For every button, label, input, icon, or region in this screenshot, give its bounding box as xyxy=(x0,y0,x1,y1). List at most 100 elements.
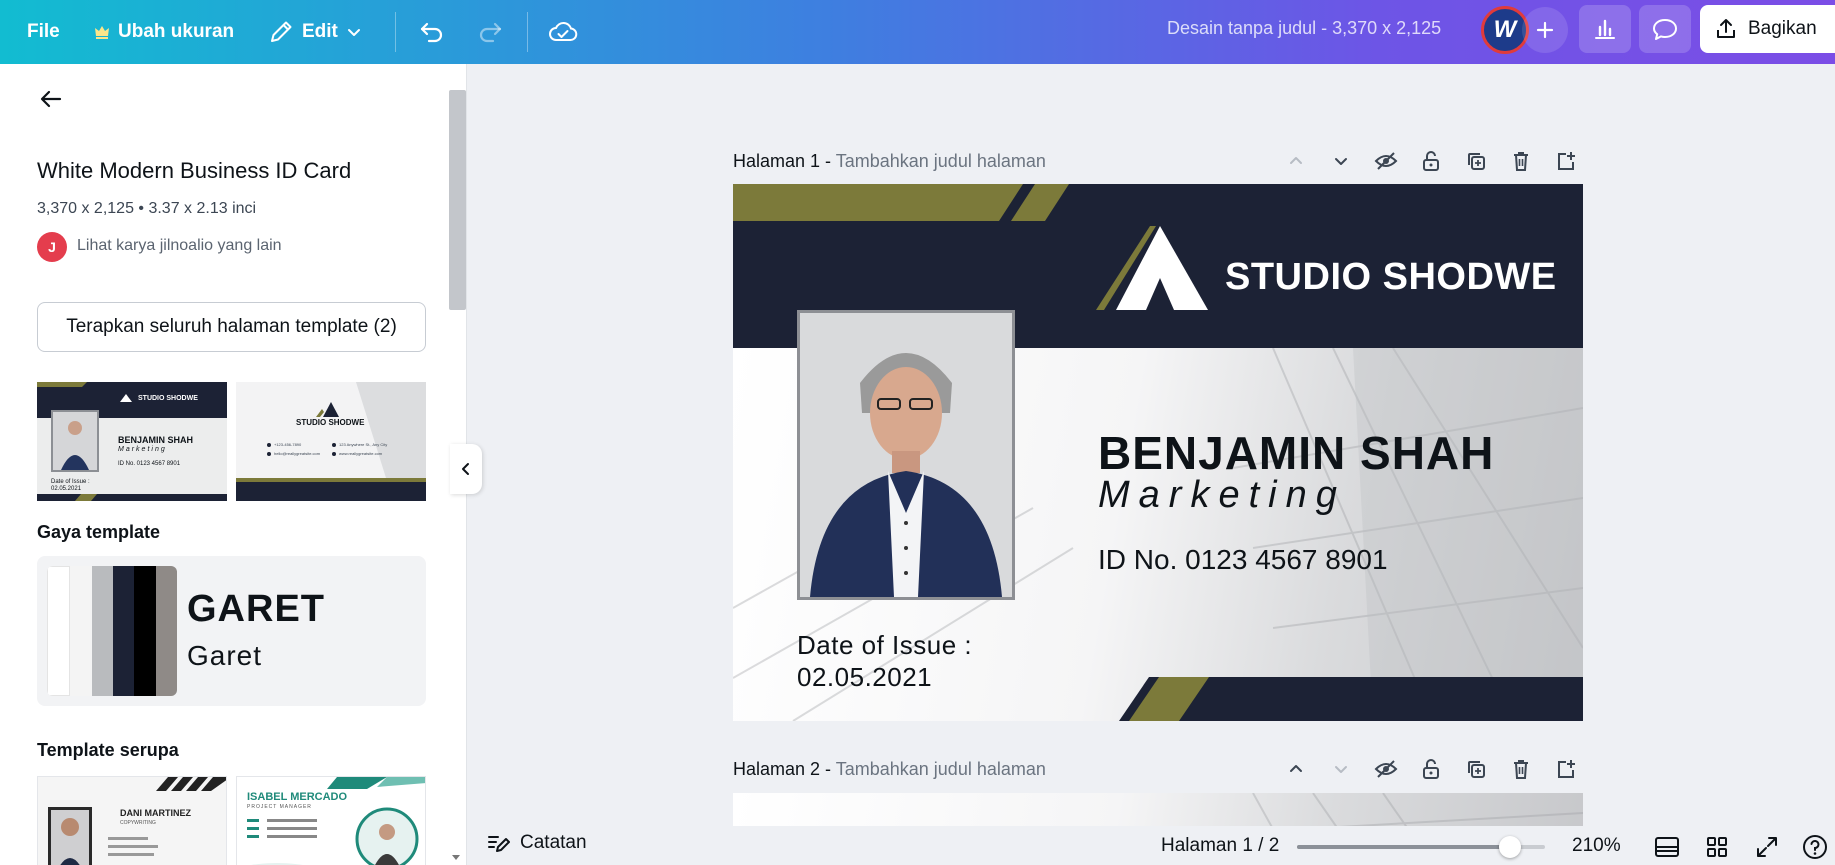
template-style-card[interactable]: GARET Garet xyxy=(37,556,426,706)
document-title[interactable]: Desain tanpa judul - 3,370 x 2,125 xyxy=(1167,0,1441,64)
toolbar-divider xyxy=(527,12,528,52)
page-move-up-button[interactable] xyxy=(1273,754,1318,784)
page-duplicate-button[interactable] xyxy=(1453,754,1498,784)
chevron-down-icon xyxy=(1332,152,1350,170)
person-name: BENJAMIN SHAH xyxy=(1098,427,1495,479)
similar2-role: PROJECT MANAGER xyxy=(247,804,312,810)
chart-icon xyxy=(1592,16,1618,42)
page-lock-button[interactable] xyxy=(1408,146,1453,176)
thumb2-studio-name: STUDIO SHODWE xyxy=(296,418,365,427)
file-menu[interactable]: File xyxy=(27,0,60,64)
pencil-icon xyxy=(268,19,294,45)
invite-button[interactable] xyxy=(1522,7,1568,53)
grid-view-button[interactable] xyxy=(1702,832,1732,862)
notes-button[interactable]: Catatan xyxy=(486,832,587,854)
thumb-person-id: ID No. 0123 4567 8901 xyxy=(118,461,181,467)
page-add-button[interactable] xyxy=(1543,146,1588,176)
page-2-label[interactable]: Halaman 2 - Tambahkan judul halaman xyxy=(733,759,1046,780)
fullscreen-button[interactable] xyxy=(1752,832,1782,862)
eye-off-icon xyxy=(1374,151,1398,171)
page-count[interactable]: Halaman 1 / 2 xyxy=(1161,835,1279,857)
author-avatar[interactable]: J xyxy=(37,232,67,262)
person-role: Marketing xyxy=(1098,474,1346,516)
page-hide-button[interactable] xyxy=(1363,146,1408,176)
style-font-heading: GARET xyxy=(187,588,325,630)
template-page-thumbnail-1[interactable]: STUDIO SHODWE BENJAMIN SHAH Marketing ID… xyxy=(37,382,227,501)
page-1-toolbar xyxy=(1273,146,1588,176)
similar-template-1[interactable]: DANI MARTINEZ COPYWRITING xyxy=(37,776,227,865)
color-swatch-white xyxy=(47,566,71,696)
add-page-icon xyxy=(1555,150,1577,172)
thumb2-address: 123 Anywhere St., Any City xyxy=(339,442,388,447)
color-swatch-taupe xyxy=(155,566,177,696)
expand-icon xyxy=(1755,835,1779,859)
save-status-button[interactable] xyxy=(545,14,581,50)
thumbnail-view-button[interactable] xyxy=(1652,832,1682,862)
similar1-name: DANI MARTINEZ xyxy=(120,808,191,818)
color-swatch-light-gray xyxy=(70,566,92,696)
author-link[interactable]: Lihat karya jilnoalio yang lain xyxy=(77,237,282,255)
thumb-person-role: Marketing xyxy=(118,446,167,453)
page-delete-button[interactable] xyxy=(1498,146,1543,176)
layout-icon xyxy=(1654,835,1680,859)
resize-label: Ubah ukuran xyxy=(118,21,235,42)
share-icon xyxy=(1714,17,1738,41)
page-duplicate-button[interactable] xyxy=(1453,146,1498,176)
profile-photo xyxy=(797,310,1015,600)
page-hide-button[interactable] xyxy=(1363,754,1408,784)
page-move-up-button[interactable] xyxy=(1273,146,1318,176)
plus-icon xyxy=(1535,20,1555,40)
page-1-title-placeholder[interactable]: Tambahkan judul halaman xyxy=(836,151,1046,171)
undo-icon xyxy=(418,18,446,46)
page-2-number: Halaman 2 - xyxy=(733,759,832,779)
chevron-up-icon xyxy=(1287,152,1305,170)
share-button[interactable]: Bagikan xyxy=(1700,5,1835,53)
trash-icon xyxy=(1511,150,1531,172)
zoom-level[interactable]: 210% xyxy=(1572,835,1621,857)
chevron-down-icon xyxy=(346,24,362,40)
template-page-thumbnail-2[interactable]: STUDIO SHODWE +123-456-7890 hello@really… xyxy=(236,382,426,501)
panel-scrollbar-thumb[interactable] xyxy=(449,90,466,310)
apply-all-pages-button[interactable]: Terapkan seluruh halaman template (2) xyxy=(37,302,426,352)
thumb-person-name: BENJAMIN SHAH xyxy=(118,435,194,445)
lock-open-icon xyxy=(1421,758,1441,780)
redo-icon xyxy=(476,18,504,46)
collapse-panel-button[interactable] xyxy=(450,444,482,494)
edit-menu[interactable]: Edit xyxy=(268,0,362,64)
help-button[interactable] xyxy=(1800,832,1830,862)
person-id-number: ID No. 0123 4567 8901 xyxy=(1098,544,1388,575)
page-lock-button[interactable] xyxy=(1408,754,1453,784)
help-icon xyxy=(1802,834,1828,860)
template-title: White Modern Business ID Card xyxy=(37,158,352,183)
resize-button[interactable]: Ubah ukuran xyxy=(94,0,234,64)
similar2-name: ISABEL MERCADO xyxy=(247,791,348,803)
bottom-bar xyxy=(468,826,1835,865)
studio-name: STUDIO SHODWE xyxy=(1225,256,1557,298)
page-add-button[interactable] xyxy=(1543,754,1588,784)
page-move-down-button[interactable] xyxy=(1318,754,1363,784)
eye-off-icon xyxy=(1374,759,1398,779)
crown-icon xyxy=(94,24,110,40)
duplicate-icon xyxy=(1465,758,1487,780)
redo-button[interactable] xyxy=(472,14,508,50)
studio-logo xyxy=(1096,226,1216,312)
page-1-label[interactable]: Halaman 1 - Tambahkan judul halaman xyxy=(733,151,1046,172)
id-card-page-1[interactable]: STUDIO SHODWE BENJAMIN SHAH Marketing ID… xyxy=(733,184,1583,721)
color-swatch-gray xyxy=(91,566,113,696)
insights-button[interactable] xyxy=(1579,5,1631,53)
chevron-left-icon xyxy=(459,462,473,476)
undo-button[interactable] xyxy=(414,14,450,50)
chevron-down-icon xyxy=(1332,760,1350,778)
similar-template-2[interactable]: ISABEL MERCADO PROJECT MANAGER xyxy=(236,776,426,865)
page-move-down-button[interactable] xyxy=(1318,146,1363,176)
notes-label: Catatan xyxy=(520,832,587,853)
comments-button[interactable] xyxy=(1639,5,1691,53)
page-2-title-placeholder[interactable]: Tambahkan judul halaman xyxy=(836,759,1046,779)
toolbar-divider xyxy=(395,12,396,52)
page-delete-button[interactable] xyxy=(1498,754,1543,784)
back-button[interactable] xyxy=(36,84,66,114)
zoom-slider-fill xyxy=(1297,845,1511,849)
edit-label: Edit xyxy=(302,21,338,42)
share-label: Bagikan xyxy=(1748,18,1817,39)
similar-templates-heading: Template serupa xyxy=(37,740,179,760)
